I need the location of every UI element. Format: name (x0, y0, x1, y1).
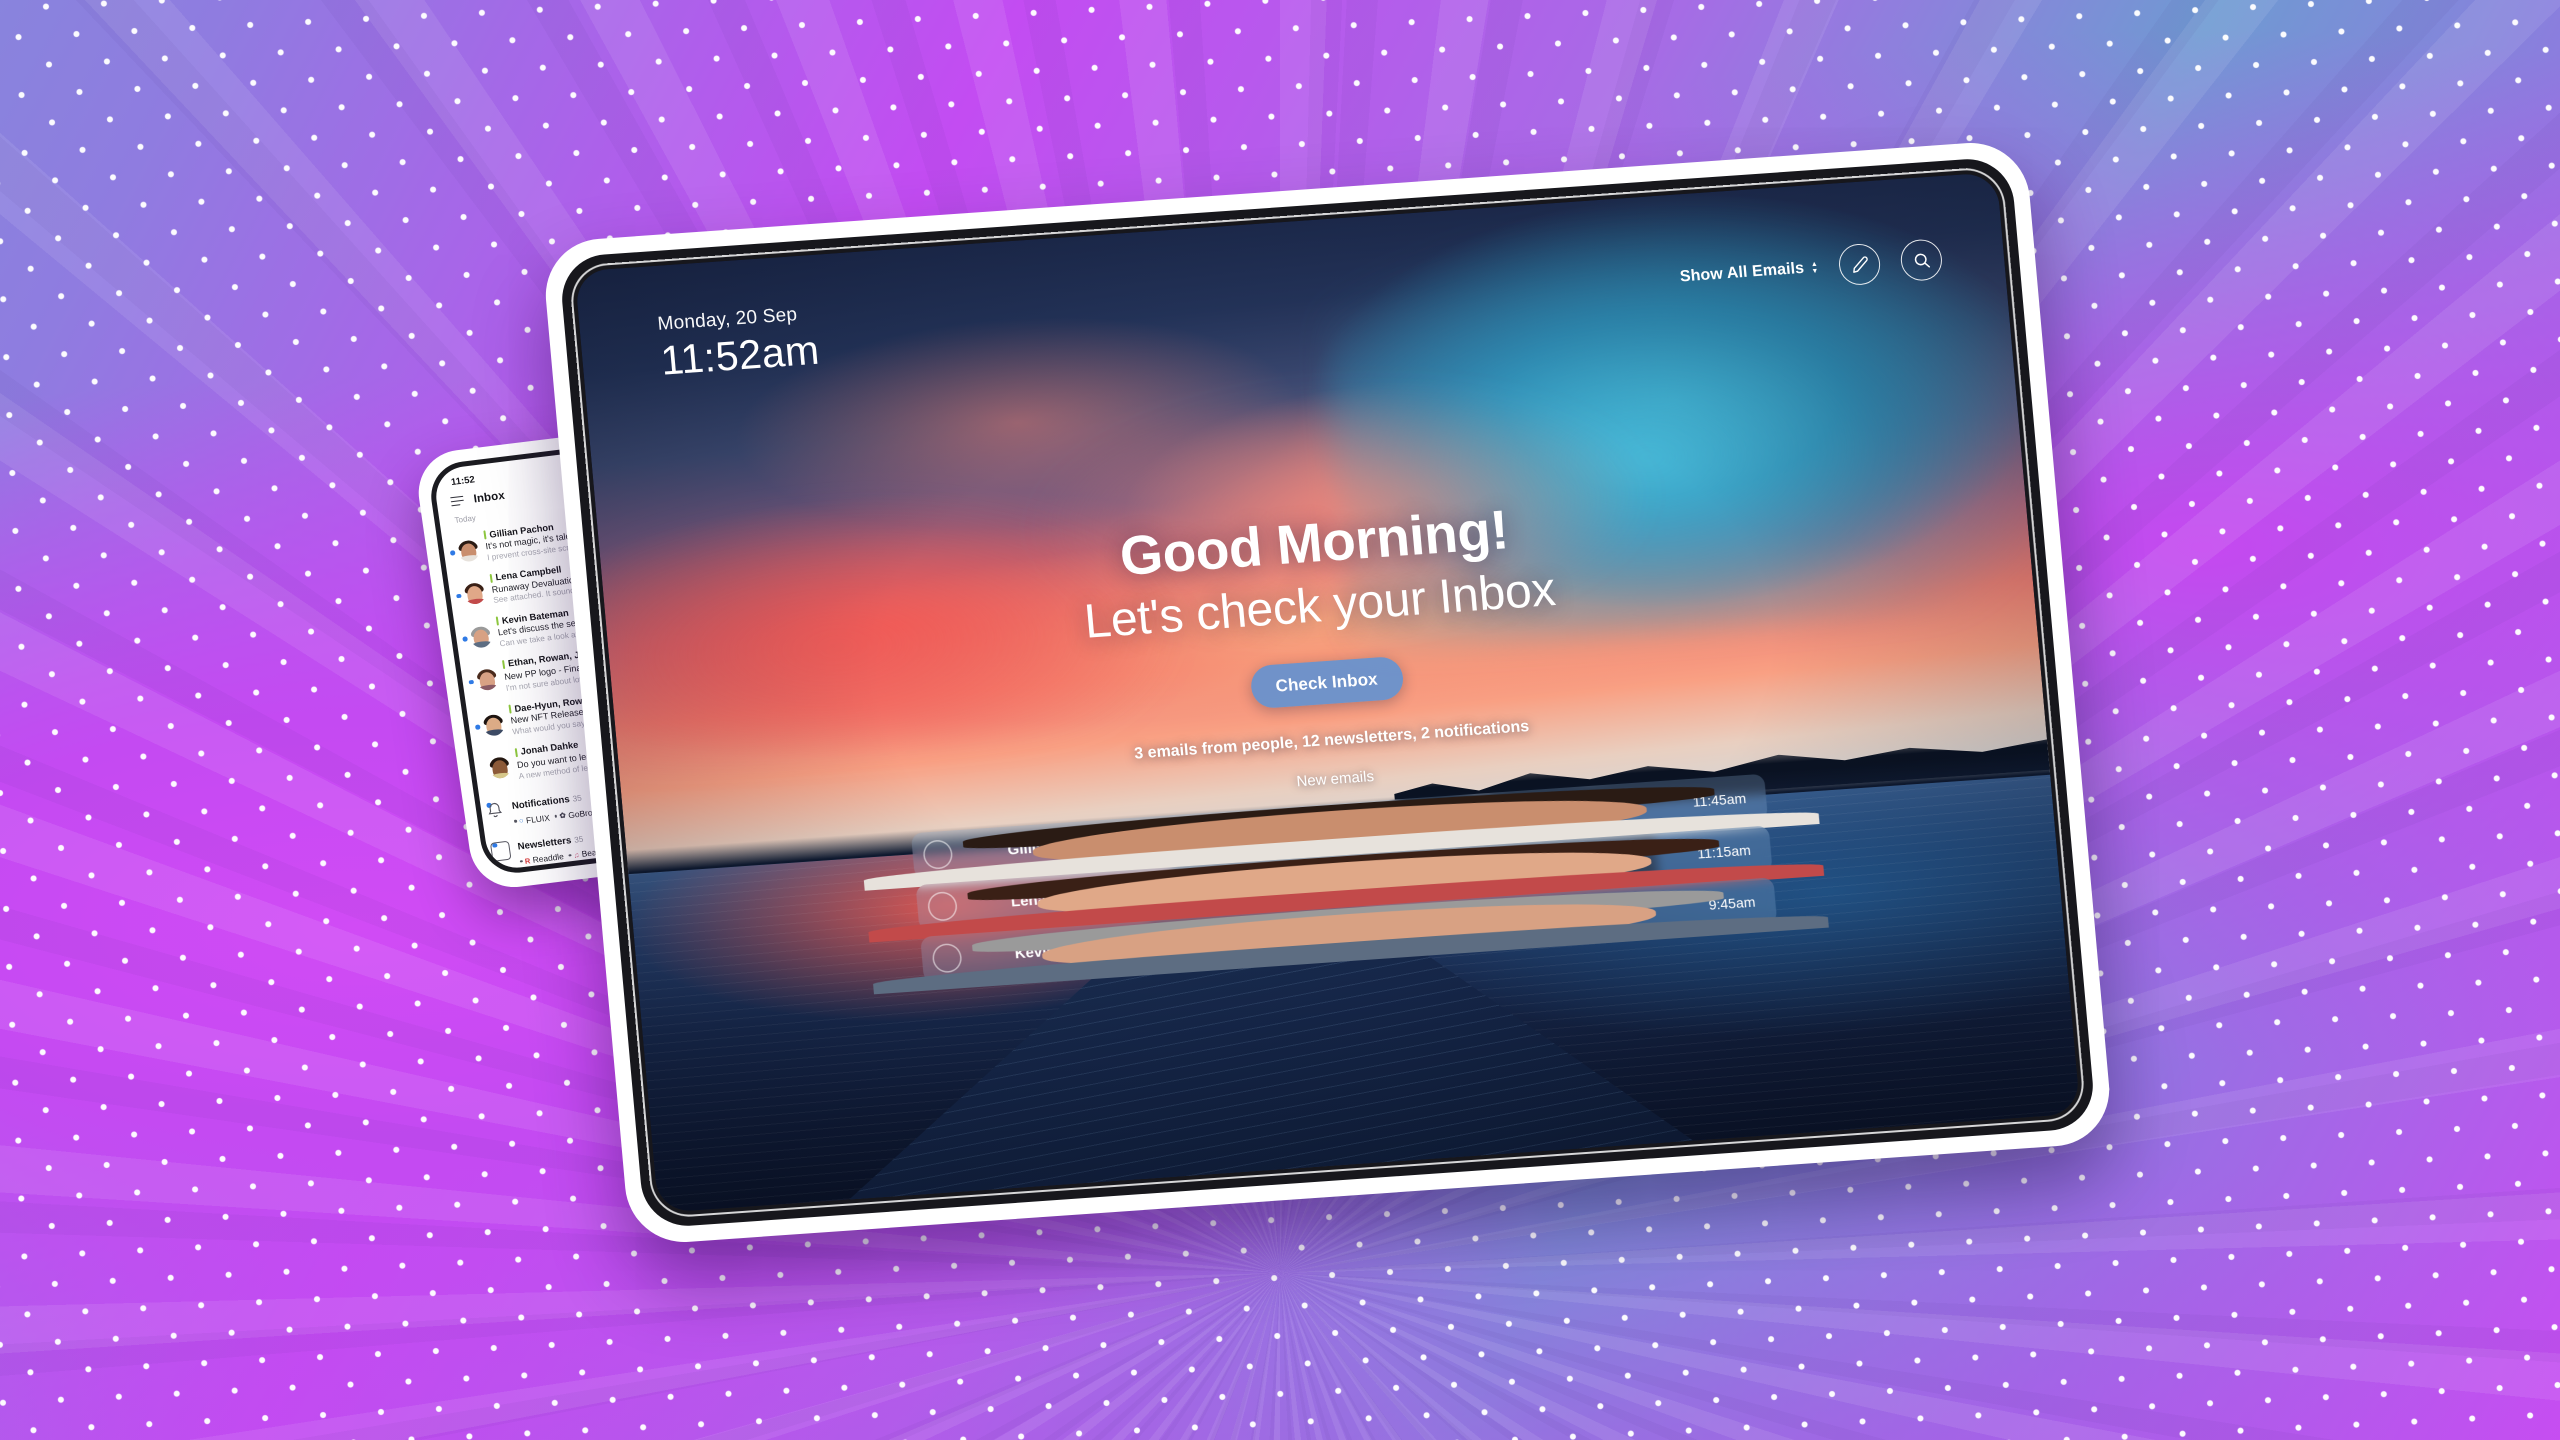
avatar (463, 582, 487, 606)
search-button[interactable] (1899, 238, 1944, 282)
unread-dot (449, 550, 455, 556)
accent-bar (501, 659, 506, 669)
tablet-top-actions: Show All Emails ▲ ▼ (1678, 238, 1944, 297)
group-count: 35 (573, 834, 584, 845)
search-icon (1914, 253, 1930, 268)
bell-icon (484, 800, 506, 821)
avatar (872, 881, 1830, 995)
unread-dot (456, 593, 462, 599)
hamburger-menu-icon[interactable] (450, 495, 464, 507)
unread-dot (474, 724, 481, 730)
source-logo-icon: ♫ (572, 849, 580, 860)
group-title: Newsletters (516, 834, 573, 853)
newsletter-icon (489, 840, 512, 862)
source-logo-icon: ○ (518, 815, 525, 826)
tablet-hero: Good Morning! Let's check your Inbox Che… (600, 461, 2061, 1003)
group-count: 35 (571, 793, 583, 804)
show-all-emails-label: Show All Emails (1679, 259, 1805, 285)
avatar (457, 539, 481, 563)
avatar (482, 713, 506, 737)
accent-bar (495, 616, 499, 626)
unread-dot (462, 636, 468, 642)
source-name: GoBro (567, 806, 594, 820)
avatar (488, 756, 512, 780)
avatar (475, 668, 500, 692)
sort-chevron-icon: ▲ ▼ (1810, 260, 1819, 275)
group-title: Notifications (511, 794, 571, 813)
accent-bar (514, 747, 518, 757)
accent-bar (483, 530, 487, 540)
tablet-screen: Monday, 20 Sep 11:52am Show All Emails ▲… (574, 172, 2081, 1213)
avatar (862, 778, 1820, 892)
unread-dot (468, 679, 474, 685)
source-name: FLUIX (525, 812, 551, 825)
avatar (469, 625, 493, 649)
tablet-datetime: Monday, 20 Sep 11:52am (657, 243, 1683, 385)
compose-button[interactable] (1837, 242, 1882, 287)
accent-bar (508, 704, 512, 714)
accent-bar (489, 573, 493, 583)
tablet-device-mockup: Monday, 20 Sep 11:52am Show All Emails ▲… (540, 139, 2115, 1246)
show-all-emails-button[interactable]: Show All Emails ▲ ▼ (1679, 258, 1819, 286)
pencil-icon (1852, 255, 1868, 273)
tablet-frame: Monday, 20 Sep 11:52am Show All Emails ▲… (558, 156, 2097, 1229)
tablet-ui-overlay: Monday, 20 Sep 11:52am Show All Emails ▲… (575, 172, 2081, 1213)
check-inbox-button[interactable]: Check Inbox (1248, 655, 1405, 710)
source-chip[interactable]: R Readdle (519, 851, 564, 866)
avatar (867, 830, 1825, 943)
source-name: Readdle (532, 851, 565, 865)
source-logo-icon: ✿ (558, 810, 567, 821)
source-logo-icon: R (524, 855, 531, 866)
phone-inbox-title: Inbox (472, 489, 506, 505)
